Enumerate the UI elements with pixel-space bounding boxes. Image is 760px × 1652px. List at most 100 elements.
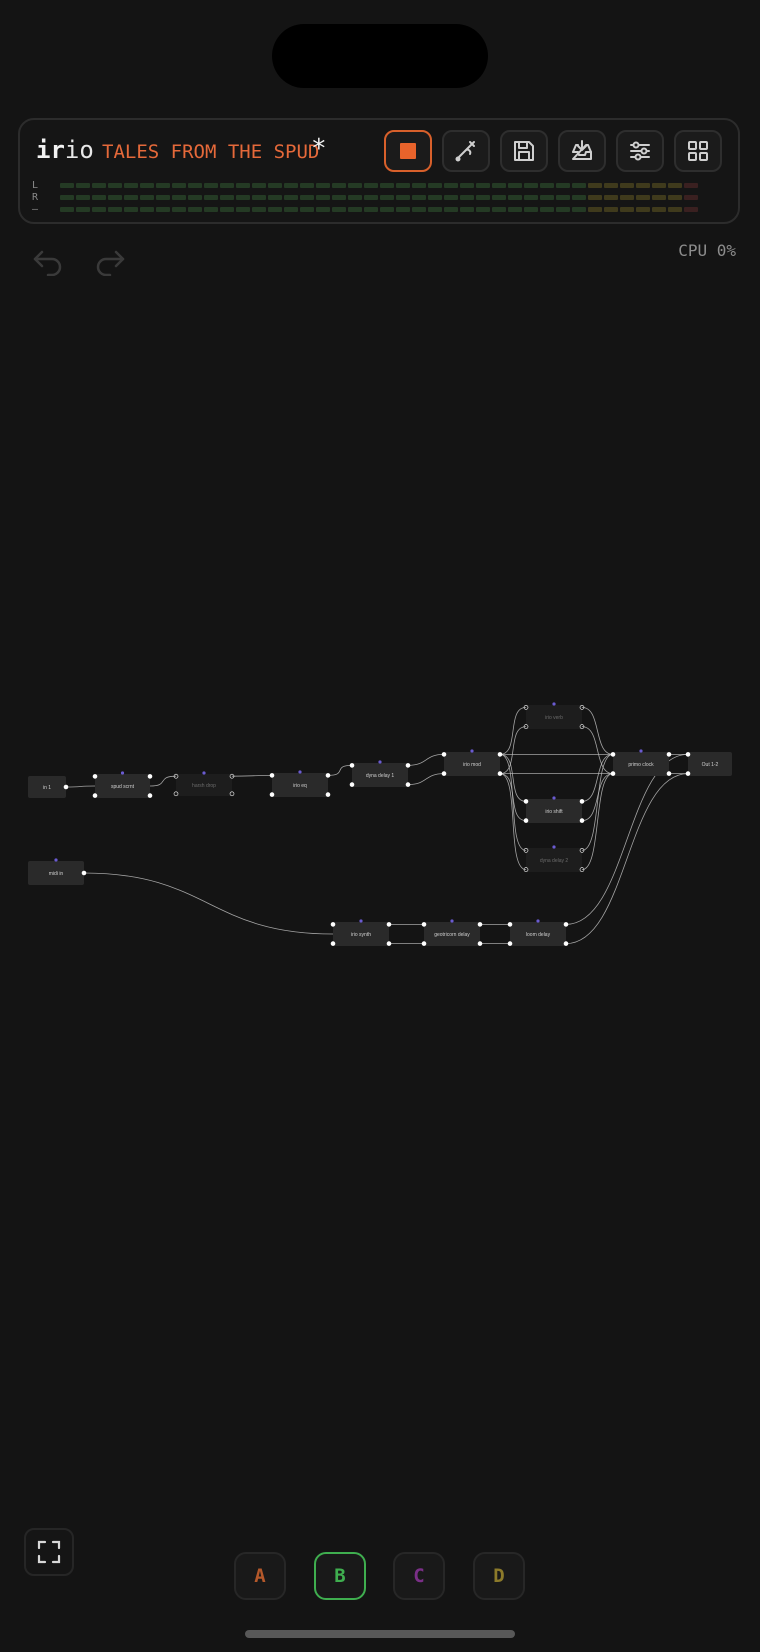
node-port[interactable] [386, 922, 392, 927]
node-port[interactable] [610, 771, 616, 776]
patch-wire [581, 754, 614, 851]
node-port[interactable] [563, 941, 569, 946]
graph-node-loom[interactable]: loom delay [507, 919, 569, 946]
node-port[interactable] [685, 752, 691, 757]
graph-node-in[interactable]: in 1 [28, 776, 69, 798]
scene-d-button[interactable]: D [473, 1552, 525, 1600]
cpu-meter: CPU 0% [678, 241, 736, 260]
graph-node-synth[interactable]: irio synth [330, 919, 392, 946]
node-port[interactable] [147, 793, 153, 798]
load-button[interactable] [558, 130, 606, 172]
node-label: geotricorn delay [434, 932, 470, 938]
save-button[interactable] [500, 130, 548, 172]
fullscreen-button[interactable] [24, 1528, 74, 1576]
node-port[interactable] [421, 922, 427, 927]
patch-wire [231, 775, 273, 777]
node-port[interactable] [405, 782, 411, 787]
node-port[interactable] [666, 771, 672, 776]
patch-wire [581, 707, 614, 755]
graph-node-dyna2[interactable]: dyna delay 2 [523, 845, 585, 872]
node-port[interactable] [507, 941, 513, 946]
scene-c-button[interactable]: C [393, 1552, 445, 1600]
node-port[interactable] [497, 752, 503, 757]
patch-wire [499, 754, 527, 851]
cpu-value: 0% [716, 241, 736, 260]
redo-icon[interactable] [92, 246, 128, 276]
node-port[interactable] [325, 792, 331, 797]
node-label: irio eq [293, 783, 307, 789]
patch-wire [581, 726, 614, 774]
node-port[interactable] [497, 771, 503, 776]
node-port[interactable] [349, 782, 355, 787]
node-port[interactable] [421, 941, 427, 946]
node-label: loom delay [526, 932, 551, 938]
node-param-dot [552, 796, 556, 800]
node-port[interactable] [405, 763, 411, 768]
node-port[interactable] [666, 752, 672, 757]
node-port[interactable] [685, 771, 691, 776]
home-indicator [245, 1630, 515, 1638]
patch-wire [581, 773, 614, 821]
node-port[interactable] [269, 792, 275, 797]
node-port[interactable] [441, 771, 447, 776]
tuning-fork-icon [455, 141, 475, 162]
graph-node-verb[interactable]: irio verb [523, 702, 585, 729]
node-port[interactable] [330, 941, 336, 946]
graph-node-spud[interactable]: spud scrnt [92, 771, 153, 798]
graph-node-eq[interactable]: irio eq [269, 770, 331, 797]
graph-node-mod[interactable]: irio mod [441, 749, 503, 776]
graph-node-dyna1[interactable]: dyna delay 1 [349, 760, 411, 787]
preset-name[interactable]: TALES FROM THE SPUD [102, 141, 319, 163]
settings-button[interactable] [616, 130, 664, 172]
patch-wire [407, 773, 445, 785]
graph-node-midi[interactable]: midi in [28, 858, 87, 885]
node-port[interactable] [330, 922, 336, 927]
node-port[interactable] [477, 941, 483, 946]
graph-node-shift[interactable]: irio shift [523, 796, 585, 823]
node-port[interactable] [92, 793, 98, 798]
node-port[interactable] [92, 774, 98, 779]
node-label: primo clock [628, 762, 654, 768]
grid-button[interactable] [674, 130, 722, 172]
node-port[interactable] [269, 773, 275, 778]
stop-button[interactable] [384, 130, 432, 172]
node-port[interactable] [477, 922, 483, 927]
scene-a-button[interactable]: A [234, 1552, 286, 1600]
node-port[interactable] [325, 773, 331, 778]
node-port[interactable] [579, 818, 585, 823]
graph-node-harsh[interactable]: harsh drop [173, 771, 235, 797]
patch-wire [407, 754, 445, 766]
graph-node-primo[interactable]: primo clock [610, 749, 672, 776]
node-label: irio synth [351, 932, 371, 938]
patch-wires [65, 707, 689, 945]
meter-label-extra: — [32, 204, 39, 215]
scene-b-button[interactable]: B [314, 1552, 366, 1600]
node-param-dot [54, 858, 58, 862]
node-port[interactable] [507, 922, 513, 927]
node-param-dot [552, 845, 556, 849]
patch-graph[interactable]: in 1 spud scrnt harsh drop irio eq dyna dela… [0, 280, 760, 1500]
graph-node-out[interactable]: Out 1-2 [685, 752, 732, 776]
node-port[interactable] [563, 922, 569, 927]
node-port[interactable] [441, 752, 447, 757]
node-port[interactable] [386, 941, 392, 946]
tuner-button[interactable] [442, 130, 490, 172]
node-port[interactable] [81, 870, 87, 876]
graph-node-geo[interactable]: geotricorn delay [421, 919, 483, 946]
node-label: spud scrnt [111, 784, 135, 790]
grid-icon [688, 141, 708, 161]
undo-icon[interactable] [30, 246, 66, 276]
node-param-dot [359, 919, 363, 923]
node-label: irio mod [463, 762, 481, 768]
node-port[interactable] [63, 784, 69, 790]
node-label: irio shift [545, 809, 563, 815]
node-port[interactable] [610, 752, 616, 757]
node-port[interactable] [523, 818, 529, 823]
unsaved-marker: * [311, 134, 327, 164]
node-port[interactable] [349, 763, 355, 768]
node-port[interactable] [523, 799, 529, 804]
save-icon [514, 141, 534, 161]
meter-labels: L R — [32, 180, 38, 216]
node-port[interactable] [147, 774, 153, 779]
node-port[interactable] [579, 799, 585, 804]
